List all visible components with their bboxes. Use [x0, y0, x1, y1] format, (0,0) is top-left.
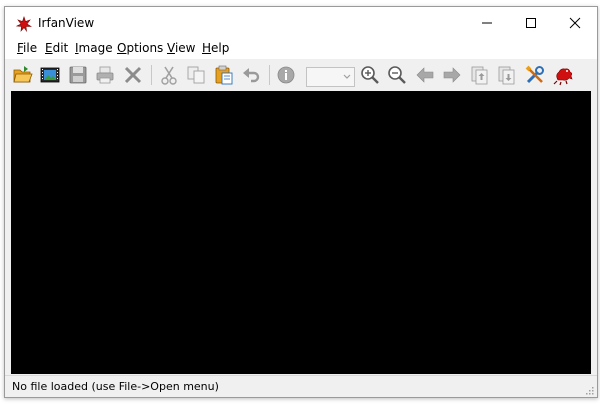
- open-button[interactable]: [10, 63, 36, 87]
- menu-options[interactable]: Options: [117, 41, 163, 55]
- menu-view[interactable]: View: [167, 41, 195, 55]
- properties-icon: [525, 65, 544, 84]
- window-title: IrfanView: [38, 16, 95, 30]
- zoom-out-button[interactable]: [384, 63, 410, 87]
- last-page-icon: [498, 66, 515, 85]
- menu-file[interactable]: File: [17, 41, 37, 55]
- toolbar-separator: [151, 65, 152, 85]
- zoom-in-icon: [361, 66, 379, 84]
- maximize-icon: [526, 18, 536, 28]
- resize-grip-icon[interactable]: [584, 385, 594, 395]
- previous-icon: [416, 67, 434, 83]
- status-bar: No file loaded (use File->Open menu): [5, 375, 597, 397]
- toolbar-separator: [269, 65, 270, 85]
- undo-icon: [243, 68, 260, 83]
- slideshow-button[interactable]: [37, 63, 63, 87]
- minimize-button[interactable]: [465, 7, 509, 39]
- menu-image[interactable]: Image: [75, 41, 113, 55]
- first-page-icon: [471, 66, 488, 85]
- about-button[interactable]: [550, 63, 576, 87]
- undo-button[interactable]: [238, 63, 264, 87]
- previous-button[interactable]: [412, 63, 438, 87]
- menu-help[interactable]: Help: [202, 41, 229, 55]
- save-icon: [69, 66, 87, 84]
- status-text: No file loaded (use File->Open menu): [12, 380, 219, 393]
- next-icon: [443, 67, 461, 83]
- toolbar: [5, 59, 597, 91]
- save-button[interactable]: [65, 63, 91, 87]
- menu-bar: File Edit Image Options View Help: [5, 39, 597, 59]
- first-page-button[interactable]: [467, 63, 493, 87]
- delete-icon: [124, 66, 142, 84]
- properties-button[interactable]: [522, 63, 548, 87]
- open-folder-icon: [13, 66, 33, 83]
- title-bar[interactable]: IrfanView: [5, 7, 597, 39]
- close-icon: [569, 17, 581, 29]
- delete-button[interactable]: [120, 63, 146, 87]
- image-canvas[interactable]: [11, 91, 591, 374]
- info-icon: [277, 66, 295, 84]
- close-button[interactable]: [553, 7, 597, 39]
- irfanview-app-icon: [16, 16, 32, 32]
- irfanview-window: IrfanView File Edit Image Options View H…: [4, 6, 598, 398]
- zoom-in-button[interactable]: [357, 63, 383, 87]
- info-button[interactable]: [273, 63, 299, 87]
- copy-icon: [187, 66, 205, 84]
- paste-icon: [215, 65, 233, 85]
- zoom-combo[interactable]: [306, 67, 355, 87]
- menu-edit[interactable]: Edit: [45, 41, 68, 55]
- minimize-icon: [482, 22, 492, 24]
- copy-button[interactable]: [183, 63, 209, 87]
- maximize-button[interactable]: [509, 7, 553, 39]
- chevron-down-icon: [343, 74, 351, 79]
- next-button[interactable]: [439, 63, 465, 87]
- print-button[interactable]: [92, 63, 118, 87]
- zoom-out-icon: [388, 66, 406, 84]
- print-icon: [96, 66, 114, 84]
- last-page-button[interactable]: [494, 63, 520, 87]
- cut-button[interactable]: [156, 63, 182, 87]
- slideshow-icon: [40, 67, 60, 83]
- irfanview-logo-icon: [553, 68, 573, 86]
- cut-icon: [161, 66, 177, 85]
- paste-button[interactable]: [211, 63, 237, 87]
